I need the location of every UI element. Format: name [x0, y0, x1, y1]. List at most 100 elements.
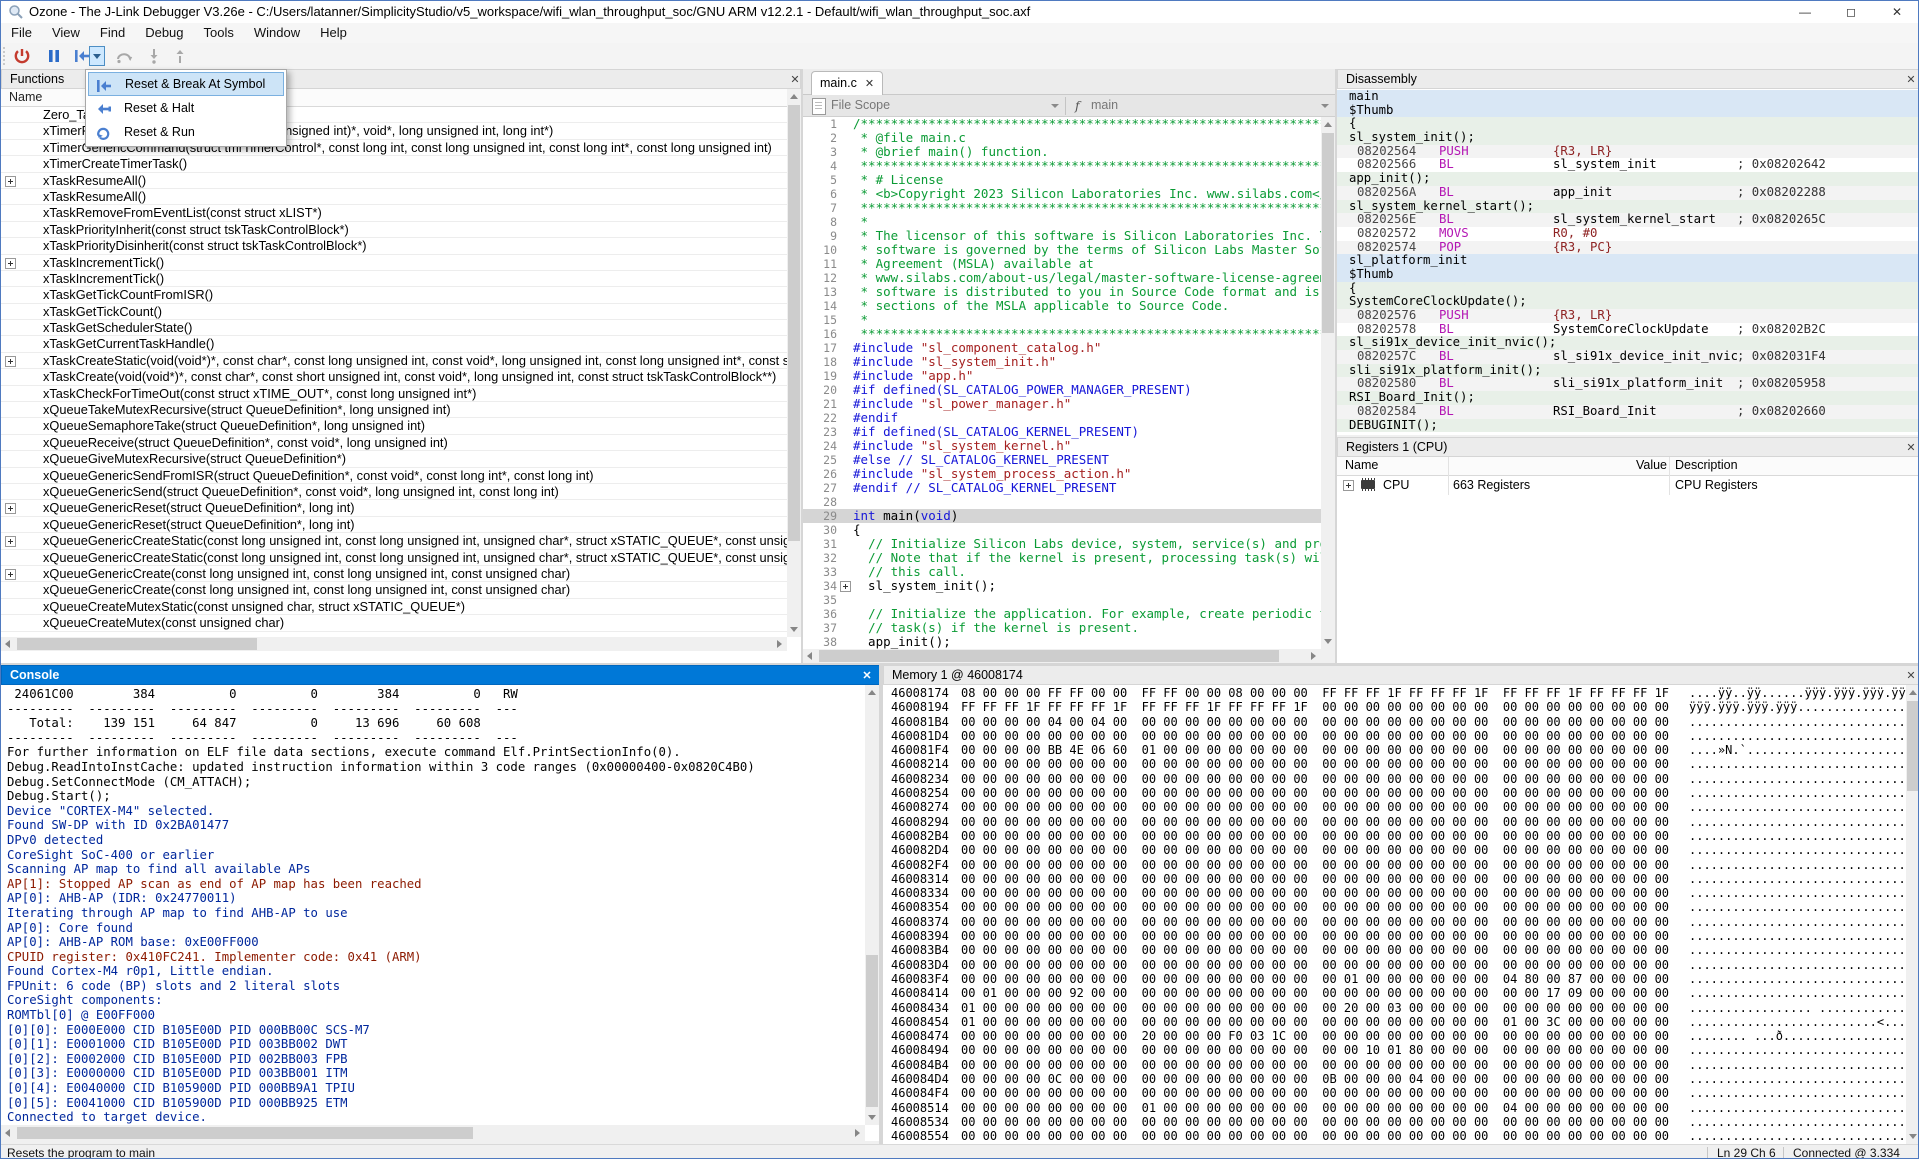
code-line[interactable]: 13 * software is distributed to you in S…: [803, 285, 1321, 299]
code-line[interactable]: 9 * The licensor of this software is Sil…: [803, 229, 1321, 243]
expand-icon[interactable]: [5, 503, 16, 514]
tab-close-icon[interactable]: ✕: [865, 78, 874, 90]
function-row[interactable]: xTaskRemoveFromEventList(const struct xL…: [1, 205, 787, 221]
editor-vertical-scrollbar[interactable]: [1321, 117, 1335, 649]
code-line[interactable]: 25#else // SL_CATALOG_KERNEL_PRESENT: [803, 453, 1321, 467]
code-line[interactable]: 21#include "sl_power_manager.h": [803, 397, 1321, 411]
reset-dropdown-button[interactable]: [89, 46, 105, 66]
code-line[interactable]: 3 * @brief main() function.: [803, 145, 1321, 159]
editor-horizontal-scrollbar[interactable]: [803, 649, 1321, 663]
function-row[interactable]: xQueueGenericReset(struct QueueDefinitio…: [1, 500, 787, 516]
code-line[interactable]: 31 // Initialize Silicon Labs device, sy…: [803, 537, 1321, 551]
console-vertical-scrollbar[interactable]: [865, 685, 879, 1125]
maximize-icon[interactable]: ◻: [1828, 1, 1874, 23]
expand-icon[interactable]: [5, 176, 16, 187]
menubar-item-find[interactable]: Find: [90, 23, 135, 43]
code-line[interactable]: 22#endif: [803, 411, 1321, 425]
code-line[interactable]: 27#endif // SL_CATALOG_KERNEL_PRESENT: [803, 481, 1321, 495]
code-line[interactable]: 28: [803, 495, 1321, 509]
menubar-item-window[interactable]: Window: [244, 23, 310, 43]
power-button[interactable]: [11, 46, 33, 66]
expand-icon[interactable]: [5, 356, 16, 367]
column-description[interactable]: Description: [1675, 458, 1738, 472]
code-line[interactable]: 11 * Agreement (MSLA) available at: [803, 257, 1321, 271]
step-out-button[interactable]: [169, 46, 191, 66]
code-editor[interactable]: 1/**************************************…: [803, 117, 1321, 649]
fold-icon[interactable]: [840, 581, 851, 592]
code-line[interactable]: 24#include "sl_system_kernel.h": [803, 439, 1321, 453]
close-icon[interactable]: [1904, 73, 1918, 87]
function-row[interactable]: xQueueTakeMutexRecursive(struct QueueDef…: [1, 402, 787, 418]
step-into-button[interactable]: [143, 46, 165, 66]
code-line[interactable]: 4 **************************************…: [803, 159, 1321, 173]
pause-button[interactable]: [43, 46, 65, 66]
code-line[interactable]: 32 // Note that if the kernel is present…: [803, 551, 1321, 565]
code-line[interactable]: 37 // task(s) if the kernel is present.: [803, 621, 1321, 635]
close-icon[interactable]: [1904, 441, 1918, 455]
minimize-icon[interactable]: —: [1782, 1, 1828, 23]
expand-icon[interactable]: [1343, 480, 1354, 491]
code-line[interactable]: 5 * # License: [803, 173, 1321, 187]
menubar-item-view[interactable]: View: [42, 23, 90, 43]
functions-vertical-scrollbar[interactable]: [787, 89, 801, 637]
code-line[interactable]: 35: [803, 593, 1321, 607]
code-line[interactable]: 2 * @file main.c: [803, 131, 1321, 145]
function-row[interactable]: xTaskGetSchedulerState(): [1, 320, 787, 336]
console-log[interactable]: 24061C00 384 0 0 384 0 RW--------- -----…: [7, 687, 858, 1127]
menu-item-reset-run[interactable]: Reset & Run: [88, 120, 284, 144]
function-row[interactable]: xTaskCreateStatic(void(void*)*, const ch…: [1, 353, 787, 369]
function-row[interactable]: xQueueCreateMutexStatic(const unsigned c…: [1, 599, 787, 615]
memory-vertical-scrollbar[interactable]: [1906, 685, 1919, 1144]
chevron-down-icon[interactable]: [1051, 104, 1059, 108]
close-icon[interactable]: [1904, 669, 1918, 683]
disassembly-listing[interactable]: main$Thumb{sl_system_init();08202564PUSH…: [1337, 90, 1919, 435]
menubar-item-help[interactable]: Help: [310, 23, 357, 43]
function-selector[interactable]: main: [1091, 95, 1118, 116]
code-line[interactable]: 23#if defined(SL_CATALOG_KERNEL_PRESENT): [803, 425, 1321, 439]
function-row[interactable]: xTimerCreateTimerTask(): [1, 156, 787, 172]
code-line[interactable]: 17#include "sl_component_catalog.h": [803, 341, 1321, 355]
chevron-down-icon[interactable]: [1321, 104, 1329, 108]
code-line[interactable]: 1/**************************************…: [803, 117, 1321, 131]
function-row[interactable]: xQueueGenericCreate(const long unsigned …: [1, 582, 787, 598]
code-line[interactable]: 8 *: [803, 215, 1321, 229]
close-icon[interactable]: [788, 73, 801, 87]
function-row[interactable]: xTaskGetTickCount(): [1, 304, 787, 320]
functions-list[interactable]: Zero_Table()xTimerPendFunctionCall(void(…: [1, 107, 787, 637]
expand-icon[interactable]: [5, 536, 16, 547]
code-line[interactable]: 6 * <b>Copyright 2023 Silicon Laboratori…: [803, 187, 1321, 201]
function-row[interactable]: xTaskIncrementTick(): [1, 271, 787, 287]
code-line[interactable]: 16 *************************************…: [803, 327, 1321, 341]
menu-item-reset-halt[interactable]: Reset & Halt: [88, 96, 284, 120]
function-row[interactable]: xQueueGiveMutexRecursive(struct QueueDef…: [1, 451, 787, 467]
code-line[interactable]: 30{: [803, 523, 1321, 537]
function-row[interactable]: xQueueGenericSend(struct QueueDefinition…: [1, 484, 787, 500]
code-line[interactable]: 7 **************************************…: [803, 201, 1321, 215]
code-line[interactable]: 10 * software is governed by the terms o…: [803, 243, 1321, 257]
code-line[interactable]: 34 sl_system_init();: [803, 579, 1321, 593]
tab-main-c[interactable]: main.c✕: [811, 71, 883, 96]
expand-icon[interactable]: [5, 569, 16, 580]
code-line[interactable]: 36 // Initialize the application. For ex…: [803, 607, 1321, 621]
function-row[interactable]: xQueueGenericCreateStatic(const long uns…: [1, 550, 787, 566]
function-row[interactable]: xTaskPriorityDisinherit(const struct tsk…: [1, 238, 787, 254]
functions-horizontal-scrollbar[interactable]: [1, 637, 787, 651]
function-row[interactable]: xTaskResumeAll(): [1, 173, 787, 189]
close-icon[interactable]: ✕: [1874, 1, 1919, 23]
function-row[interactable]: xTaskGetTickCountFromISR(): [1, 287, 787, 303]
function-row[interactable]: xTaskGetCurrentTaskHandle(): [1, 336, 787, 352]
function-row[interactable]: xTaskPriorityInherit(const struct tskTas…: [1, 222, 787, 238]
code-line[interactable]: 38 app_init();: [803, 635, 1321, 649]
function-row[interactable]: xQueueReceive(struct QueueDefinition*, c…: [1, 435, 787, 451]
function-row[interactable]: xQueueCreateMutex(const unsigned char): [1, 615, 787, 631]
expand-icon[interactable]: [5, 258, 16, 269]
menubar-item-file[interactable]: File: [1, 23, 42, 43]
code-line[interactable]: 29int main(void): [803, 509, 1321, 523]
function-row[interactable]: xQueueGenericCreate(const long unsigned …: [1, 566, 787, 582]
column-value[interactable]: Value: [1567, 458, 1667, 472]
code-line[interactable]: 33 // this call.: [803, 565, 1321, 579]
function-row[interactable]: xQueueGenericSendFromISR(struct QueueDef…: [1, 468, 787, 484]
memory-hex-dump[interactable]: 4600817408 00 00 00 FF FF 00 00 FF FF 00…: [883, 686, 1906, 1144]
function-row[interactable]: xQueueGenericCreateStatic(const long uns…: [1, 533, 787, 549]
menu-item-reset-break-at-symbol[interactable]: Reset & Break At Symbol: [88, 72, 284, 96]
